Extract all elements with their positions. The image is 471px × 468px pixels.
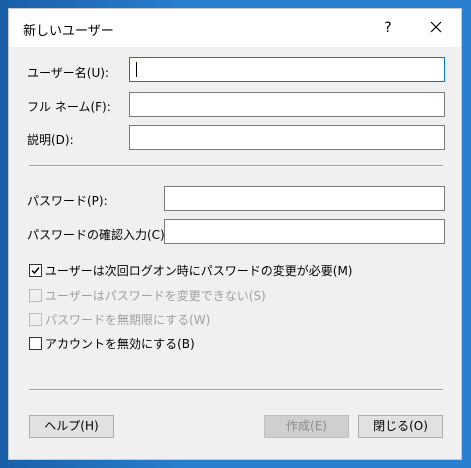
option-cannot-change-password: ユーザーはパスワードを変更できない(S): [29, 287, 266, 303]
separator-top: [29, 165, 443, 167]
description-label: 説明(D):: [27, 133, 74, 147]
option-label: アカウントを無効にする(B): [45, 336, 195, 351]
username-label: ユーザー名(U):: [27, 66, 109, 80]
help-button[interactable]: ヘルプ(H): [29, 415, 114, 438]
option-must-change-password[interactable]: ユーザーは次回ログオン時にパスワードの変更が必要(M): [29, 262, 352, 278]
separator-bottom: [29, 389, 443, 391]
dialog-title: 新しいユーザー: [23, 24, 114, 39]
username-input[interactable]: [129, 57, 445, 82]
checkbox-disabled: [29, 312, 42, 326]
close-dialog-button[interactable]: 閉じる(O): [358, 415, 443, 438]
checkmark-icon: [31, 266, 40, 274]
password-label: パスワード(P):: [27, 194, 108, 208]
confirm-password-input[interactable]: [164, 219, 445, 244]
close-button[interactable]: [417, 9, 457, 47]
close-icon: [430, 21, 442, 33]
title-bar: 新しいユーザー ?: [9, 9, 461, 47]
option-label: パスワードを無期限にする(W): [45, 312, 211, 327]
fullname-label: フル ネーム(F):: [27, 100, 111, 114]
checkbox-disabled: [29, 288, 42, 302]
checkbox[interactable]: [29, 336, 42, 350]
checkbox-checked[interactable]: [29, 263, 42, 277]
option-label: ユーザーはパスワードを変更できない(S): [45, 288, 266, 303]
new-user-dialog: 新しいユーザー ? ユーザー名(U): フル ネーム(F): 説明(D): パス…: [8, 8, 462, 460]
create-button: 作成(E): [264, 415, 349, 438]
option-label: ユーザーは次回ログオン時にパスワードの変更が必要(M): [45, 263, 353, 278]
help-question-button[interactable]: ?: [371, 9, 405, 47]
text-caret: [136, 62, 137, 77]
description-input[interactable]: [129, 125, 445, 150]
confirm-password-label: パスワードの確認入力(C):: [27, 228, 169, 242]
fullname-input[interactable]: [129, 92, 445, 117]
option-password-never-expires: パスワードを無期限にする(W): [29, 311, 210, 327]
password-input[interactable]: [164, 186, 445, 211]
option-account-disabled[interactable]: アカウントを無効にする(B): [29, 335, 195, 351]
